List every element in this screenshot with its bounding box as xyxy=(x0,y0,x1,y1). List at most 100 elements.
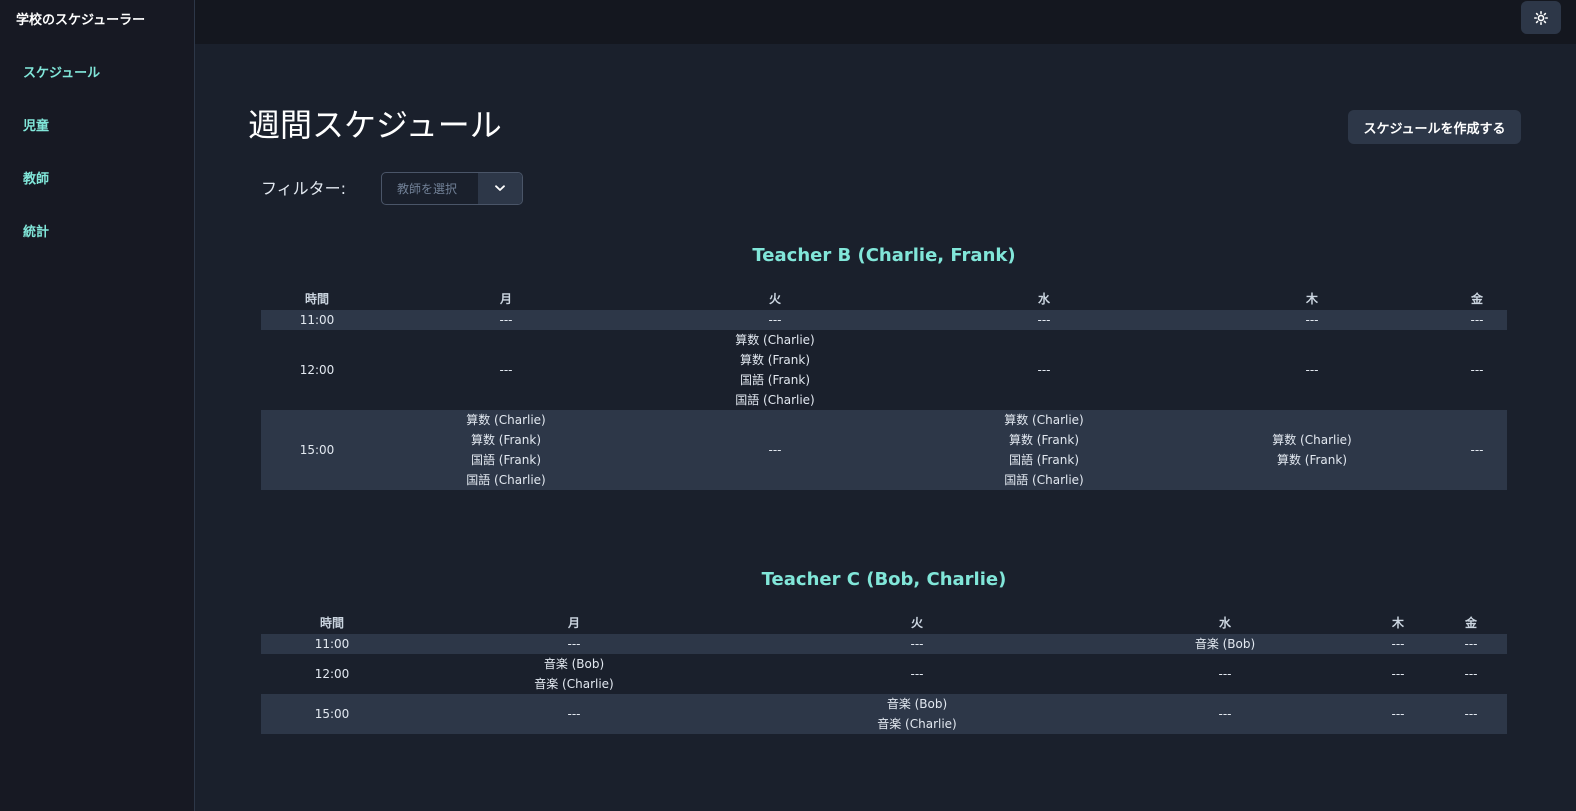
schedule-cell: --- xyxy=(403,634,745,654)
top-bar xyxy=(195,0,1576,44)
sidebar-item-statistics[interactable]: 統計 xyxy=(23,221,49,240)
filter-label: フィルター: xyxy=(261,179,347,198)
lesson-entry: 国語 (Frank) xyxy=(1008,453,1080,467)
schedule-cell: --- xyxy=(745,634,1089,654)
lesson-entry: --- xyxy=(1037,363,1051,377)
table-row: 11:00 --- --- --- --- --- xyxy=(261,310,1507,330)
schedule-cell: --- xyxy=(373,330,639,410)
lesson-entry: --- xyxy=(1391,667,1405,681)
schedule-cell: --- xyxy=(403,694,745,734)
lesson-entry: --- xyxy=(1391,637,1405,651)
lesson-entry: 算数 (Frank) xyxy=(470,433,542,447)
lesson-entry: --- xyxy=(1218,667,1232,681)
schedule-cell: --- xyxy=(1435,654,1507,694)
lesson-entry: 算数 (Charlie) xyxy=(735,333,815,347)
schedule-cell: 算数 (Charlie) 算数 (Frank) 国語 (Frank) 国語 (Char… xyxy=(373,410,639,490)
lesson-entry: 音楽 (Bob) xyxy=(543,657,605,671)
time-cell: 12:00 xyxy=(314,667,350,681)
column-header: 時間 xyxy=(319,616,344,630)
column-header: 月 xyxy=(567,616,580,630)
time-cell: 11:00 xyxy=(261,634,403,654)
lesson-entry: 国語 (Frank) xyxy=(739,373,811,387)
schedule-cell: --- xyxy=(745,654,1089,694)
schedule-cell: --- xyxy=(1361,694,1435,734)
table-row: 12:00 --- 算数 (Charlie) 算数 (Frank) 国語 (Frank)… xyxy=(261,330,1507,410)
schedule-cell: --- xyxy=(1361,634,1435,654)
lesson-entry: 音楽 (Bob) xyxy=(886,697,948,711)
column-header: 木 xyxy=(1305,292,1318,306)
schedule-cell: --- xyxy=(911,330,1177,410)
table-row: 15:00 算数 (Charlie) 算数 (Frank) 国語 (Frank) 国語 … xyxy=(261,410,1507,490)
sidebar-item-children[interactable]: 児童 xyxy=(23,115,49,134)
create-schedule-button[interactable]: スケジュールを作成する xyxy=(1348,110,1521,144)
lesson-entry: --- xyxy=(1037,313,1051,327)
schedule-title: Teacher B (Charlie, Frank) xyxy=(752,245,1016,266)
lesson-entry: 算数 (Frank) xyxy=(1276,453,1348,467)
lesson-entry: --- xyxy=(768,313,782,327)
lesson-entry: --- xyxy=(910,667,924,681)
column-header: 金 xyxy=(1470,292,1483,306)
schedule-title: Teacher C (Bob, Charlie) xyxy=(761,569,1007,590)
schedule-cell: --- xyxy=(1089,694,1361,734)
column-header: 月 xyxy=(499,292,512,306)
schedule-body: 11:00 --- --- 音楽 (Bob) --- --- 12:00 音楽 (Bob) 音楽… xyxy=(261,634,1507,734)
column-header: 時間 xyxy=(304,292,329,306)
column-header: 木 xyxy=(1391,616,1404,630)
theme-toggle-button[interactable] xyxy=(1521,1,1561,34)
schedule-cell: --- xyxy=(639,410,911,490)
schedule-header-row: 時間 月 火 水 木 金 xyxy=(261,612,1507,634)
lesson-entry: --- xyxy=(768,443,782,457)
schedule-cell: 算数 (Charlie) 算数 (Frank) xyxy=(1177,410,1447,490)
lesson-entry: 算数 (Charlie) xyxy=(466,413,546,427)
column-header: 金 xyxy=(1464,616,1477,630)
sidebar-item-schedule[interactable]: スケジュール xyxy=(23,62,100,81)
lesson-entry: --- xyxy=(1218,707,1232,721)
schedule-cell: --- xyxy=(1447,310,1507,330)
lesson-entry: --- xyxy=(1470,443,1484,457)
teacher-select-placeholder: 教師を選択 xyxy=(397,182,458,196)
time-cell: 15:00 xyxy=(261,694,403,734)
schedule-cell: --- xyxy=(1361,654,1435,694)
schedule-cell: 音楽 (Bob) 音楽 (Charlie) xyxy=(745,694,1089,734)
lesson-entry: --- xyxy=(910,637,924,651)
lesson-entry: --- xyxy=(1470,313,1484,327)
sidebar-item-teachers[interactable]: 教師 xyxy=(23,168,49,187)
lesson-entry: --- xyxy=(567,637,581,651)
table-row: 15:00 --- 音楽 (Bob) 音楽 (Charlie) --- --- --- xyxy=(261,694,1507,734)
schedule-cell: --- xyxy=(639,310,911,330)
page-title: 週間スケジュール xyxy=(248,106,502,144)
lesson-entry: 国語 (Charlie) xyxy=(466,473,546,487)
app-root: 学校のスケジューラー スケジュール 児童 教師 統計 週間スケジュール スケジュ… xyxy=(0,0,1576,811)
lesson-entry: --- xyxy=(1470,363,1484,377)
lesson-entry: --- xyxy=(1464,707,1478,721)
schedule-table: 時間 月 火 水 木 金 11:00 --- --- --- --- --- 12:00 --… xyxy=(261,288,1507,490)
schedule-cell: 算数 (Charlie) 算数 (Frank) 国語 (Frank) 国語 (Char… xyxy=(639,330,911,410)
lesson-entry: --- xyxy=(1464,637,1478,651)
schedule-cell: --- xyxy=(1447,330,1507,410)
column-header: 火 xyxy=(910,616,923,630)
column-header: 水 xyxy=(1037,292,1050,306)
lesson-entry: --- xyxy=(567,707,581,721)
lesson-entry: 算数 (Frank) xyxy=(739,353,811,367)
lesson-entry: 国語 (Charlie) xyxy=(1004,473,1084,487)
schedule-cell: 音楽 (Bob) 音楽 (Charlie) xyxy=(403,654,745,694)
lesson-entry: 音楽 (Charlie) xyxy=(877,717,957,731)
schedule-cell: 算数 (Charlie) 算数 (Frank) 国語 (Frank) 国語 (Char… xyxy=(911,410,1177,490)
time-cell: 15:00 xyxy=(261,410,373,490)
lesson-entry: 国語 (Frank) xyxy=(470,453,542,467)
lesson-entry: 音楽 (Charlie) xyxy=(534,677,614,691)
schedule-cell: --- xyxy=(911,310,1177,330)
teacher-select[interactable]: 教師を選択 xyxy=(381,172,523,205)
lesson-entry: 国語 (Charlie) xyxy=(735,393,815,407)
column-header: 火 xyxy=(768,292,781,306)
chevron-down-icon[interactable] xyxy=(478,173,522,204)
lesson-entry: --- xyxy=(1305,363,1319,377)
time-cell: 12:00 xyxy=(299,363,335,377)
table-row: 11:00 --- --- 音楽 (Bob) --- --- xyxy=(261,634,1507,654)
lesson-entry: --- xyxy=(1391,707,1405,721)
schedule-cell: --- xyxy=(1089,654,1361,694)
lesson-entry: 算数 (Frank) xyxy=(1008,433,1080,447)
lesson-entry: 音楽 (Bob) xyxy=(1194,637,1256,651)
schedule-table: 時間 月 火 水 木 金 11:00 --- --- 音楽 (Bob) --- --- 12… xyxy=(261,612,1507,734)
schedule-cell: --- xyxy=(1435,634,1507,654)
